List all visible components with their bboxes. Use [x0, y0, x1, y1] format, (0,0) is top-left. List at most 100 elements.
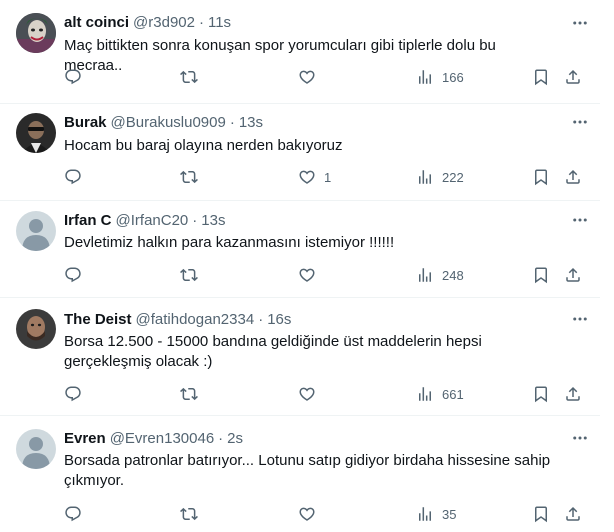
- like-button[interactable]: [298, 67, 324, 87]
- avatar[interactable]: [16, 429, 56, 469]
- avatar[interactable]: [16, 113, 56, 153]
- separator-dot: ·: [218, 429, 224, 447]
- display-name[interactable]: alt coinci: [64, 14, 129, 31]
- timestamp[interactable]: 16s: [267, 311, 291, 328]
- retweet-icon: [180, 70, 198, 84]
- share-icon: [566, 69, 580, 84]
- retweet-icon: [180, 507, 198, 521]
- views-icon: [419, 507, 431, 521]
- user-handle[interactable]: @Evren130046: [110, 430, 214, 447]
- tweet-text: Hocam bu baraj olayına nerden bakıyoruz: [64, 136, 544, 156]
- views-icon: [419, 387, 431, 401]
- avatar[interactable]: [16, 309, 56, 349]
- bookmark-button[interactable]: [532, 265, 550, 285]
- views-button[interactable]: 661: [416, 384, 464, 404]
- share-button[interactable]: [564, 265, 582, 285]
- reply-icon: [65, 386, 81, 402]
- separator-dot: ·: [229, 113, 235, 131]
- views-button[interactable]: 35: [416, 504, 456, 524]
- separator-dot: ·: [258, 310, 264, 328]
- more-icon[interactable]: [570, 309, 590, 329]
- reply-button[interactable]: [64, 167, 82, 187]
- reply-button[interactable]: [64, 265, 82, 285]
- default-avatar-icon: [16, 429, 56, 469]
- tweet[interactable]: Evren @Evren130046 · 2s Borsada patronla…: [0, 416, 600, 532]
- tweet[interactable]: The Deist @fatihdogan2334 · 16s Borsa 12…: [0, 298, 600, 416]
- display-name[interactable]: Evren: [64, 430, 106, 447]
- default-avatar-icon: [16, 211, 56, 251]
- like-button[interactable]: 1: [298, 167, 331, 187]
- bookmark-icon: [535, 267, 547, 284]
- view-count: 661: [442, 386, 464, 402]
- separator-dot: ·: [198, 13, 204, 31]
- user-handle[interactable]: @fatihdogan2334: [136, 311, 255, 328]
- tweet-text-line: Borsada patronlar batırıyor... Lotunu sa…: [64, 452, 551, 469]
- reply-icon: [65, 169, 81, 185]
- views-icon: [419, 70, 431, 84]
- views-button[interactable]: 166: [416, 67, 464, 87]
- like-button[interactable]: [298, 384, 324, 404]
- heart-icon: [299, 268, 315, 282]
- share-button[interactable]: [564, 67, 582, 87]
- retweet-button[interactable]: [180, 167, 198, 187]
- avatar[interactable]: [16, 13, 56, 53]
- view-count: 248: [442, 267, 464, 283]
- retweet-button[interactable]: [180, 384, 198, 404]
- share-button[interactable]: [564, 384, 582, 404]
- views-icon: [419, 170, 431, 184]
- reply-button[interactable]: [64, 504, 82, 524]
- share-icon: [566, 169, 580, 184]
- retweet-button[interactable]: [180, 265, 198, 285]
- retweet-button[interactable]: [180, 504, 198, 524]
- tweet-header: Burak @Burakuslu0909 · 13s: [64, 112, 263, 132]
- share-button[interactable]: [564, 504, 582, 524]
- heart-icon: [299, 70, 315, 84]
- bookmark-button[interactable]: [532, 384, 550, 404]
- avatar[interactable]: [16, 211, 56, 251]
- more-icon[interactable]: [570, 112, 590, 132]
- user-handle[interactable]: @IrfanC20: [116, 212, 189, 229]
- bookmark-button[interactable]: [532, 67, 550, 87]
- display-name[interactable]: Irfan C: [64, 212, 112, 229]
- display-name[interactable]: Burak: [64, 114, 107, 131]
- heart-icon: [299, 170, 315, 184]
- more-icon[interactable]: [570, 210, 590, 230]
- tweet[interactable]: alt coinci @r3d902 · 11s Maç bittikten s…: [0, 0, 600, 104]
- timestamp[interactable]: 13s: [239, 114, 263, 131]
- reply-button[interactable]: [64, 67, 82, 87]
- view-count: 222: [442, 169, 464, 185]
- share-icon: [566, 267, 580, 282]
- display-name[interactable]: The Deist: [64, 311, 132, 328]
- scrollbar[interactable]: [600, 0, 614, 532]
- heart-icon: [299, 507, 315, 521]
- more-icon[interactable]: [570, 428, 590, 448]
- tweet-header: Irfan C @IrfanC20 · 13s: [64, 210, 225, 230]
- user-handle[interactable]: @r3d902: [133, 14, 195, 31]
- timestamp[interactable]: 13s: [201, 212, 225, 229]
- tweet[interactable]: Burak @Burakuslu0909 · 13s Hocam bu bara…: [0, 104, 600, 201]
- bookmark-button[interactable]: [532, 167, 550, 187]
- views-icon: [419, 268, 431, 282]
- bookmark-icon: [535, 506, 547, 523]
- retweet-icon: [180, 268, 198, 282]
- user-handle[interactable]: @Burakuslu0909: [111, 114, 226, 131]
- tweet-text-line: Borsa 12.500 - 15000 bandına geldiğinde …: [64, 333, 482, 350]
- tweet[interactable]: Irfan C @IrfanC20 · 13s Devletimiz halkı…: [0, 201, 600, 298]
- like-button[interactable]: [298, 265, 324, 285]
- bookmark-icon: [535, 169, 547, 186]
- share-button[interactable]: [564, 167, 582, 187]
- bookmark-icon: [535, 386, 547, 403]
- heart-icon: [299, 387, 315, 401]
- retweet-button[interactable]: [180, 67, 198, 87]
- reply-button[interactable]: [64, 384, 82, 404]
- reply-icon: [65, 267, 81, 283]
- timestamp[interactable]: 11s: [208, 14, 231, 31]
- views-button[interactable]: 222: [416, 167, 464, 187]
- timestamp[interactable]: 2s: [227, 430, 243, 447]
- like-button[interactable]: [298, 504, 324, 524]
- tweet-text: Borsa 12.500 - 15000 bandına geldiğinde …: [64, 332, 544, 372]
- bookmark-button[interactable]: [532, 504, 550, 524]
- tweet-header: alt coinci @r3d902 · 11s: [64, 12, 231, 32]
- more-icon[interactable]: [570, 13, 590, 33]
- views-button[interactable]: 248: [416, 265, 464, 285]
